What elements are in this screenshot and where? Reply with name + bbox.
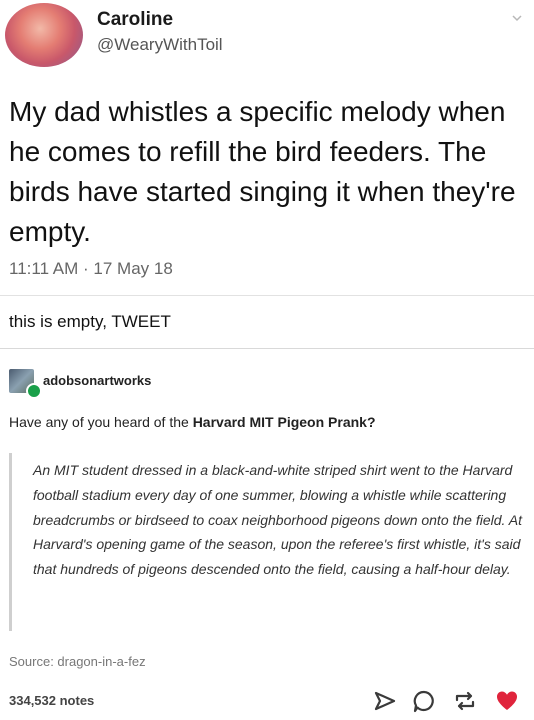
blog-username[interactable]: adobsonartworks xyxy=(43,373,151,388)
follow-badge-icon[interactable] xyxy=(26,383,42,399)
avatar[interactable] xyxy=(5,3,83,67)
user-handle[interactable]: @WearyWithToil xyxy=(97,35,223,55)
question-link[interactable]: Harvard MIT Pigeon Prank? xyxy=(193,414,376,430)
divider xyxy=(0,295,534,296)
reblog-icon[interactable] xyxy=(452,688,478,714)
blockquote: An MIT student dressed in a black-and-wh… xyxy=(33,462,523,578)
chevron-down-icon[interactable] xyxy=(511,12,523,24)
quote-bar xyxy=(9,453,12,631)
reblog-comment: this is empty, TWEET xyxy=(9,312,171,331)
heart-icon[interactable] xyxy=(494,688,520,714)
tweet-text: My dad whistles a specific melody when h… xyxy=(9,96,516,247)
reply-icon[interactable] xyxy=(411,688,437,714)
post-question: Have any of you heard of the Harvard MIT… xyxy=(9,414,376,430)
tweet-card: Caroline @WearyWithToil My dad whistles … xyxy=(0,0,534,345)
share-icon[interactable] xyxy=(372,688,398,714)
divider xyxy=(0,348,534,349)
source-link[interactable]: Source: dragon-in-a-fez xyxy=(9,654,146,669)
tweet-timestamp[interactable]: 11:11 AM · 17 May 18 xyxy=(9,259,173,279)
notes-count[interactable]: 334,532 notes xyxy=(9,693,94,708)
display-name[interactable]: Caroline xyxy=(97,9,173,31)
question-text: Have any of you heard of the xyxy=(9,414,193,430)
